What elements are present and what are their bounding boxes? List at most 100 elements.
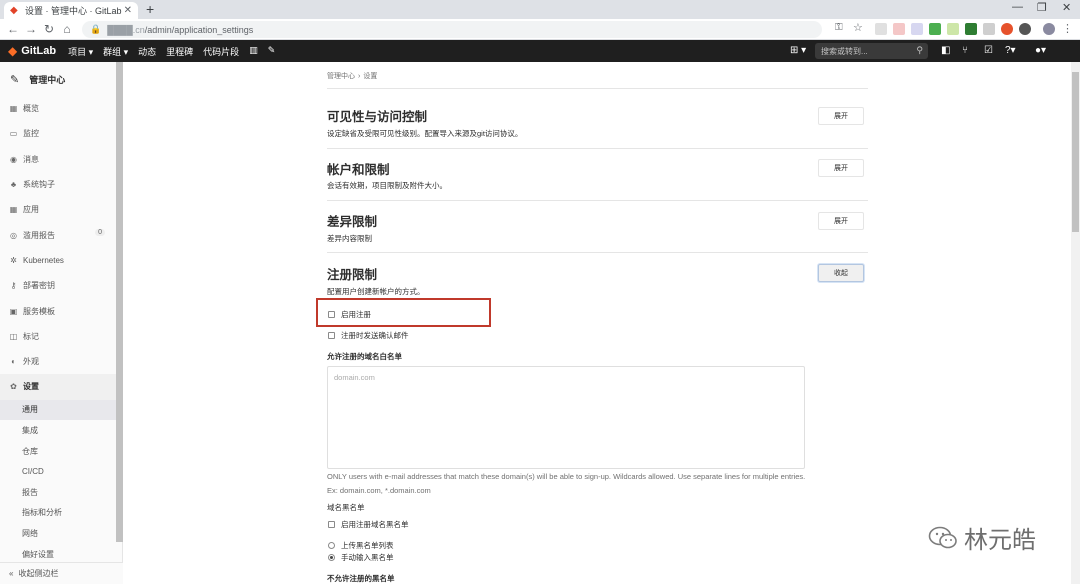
sidebar-item-label: 设置 [23, 382, 39, 392]
sidebar-item-system-hooks[interactable]: ♣ 系统钩子 [0, 172, 122, 197]
nav-groups[interactable]: 群组 ▾ [103, 45, 128, 58]
new-tab-icon[interactable]: + [146, 1, 154, 17]
merge-request-icon[interactable]: ⑂ [962, 45, 968, 56]
help-icon[interactable]: ?▾ [1005, 45, 1016, 56]
enable-signup-checkbox[interactable]: 启用注册 [328, 309, 371, 320]
reload-icon[interactable]: ↻ [40, 22, 58, 36]
main-content: 管理中心 › 设置 可见性与访问控制 设定缺省及受限可见性级别。配置导入来源及git… [124, 62, 1071, 584]
sidebar-toggle-icon[interactable]: ◧ [941, 45, 950, 56]
sidebar-item-label: 服务模板 [23, 306, 55, 316]
sidebar-context-header[interactable]: ✎ 管理中心 [0, 62, 122, 96]
extension-icon[interactable] [911, 23, 923, 35]
logo-text: GitLab [21, 45, 57, 57]
sidebar-sub-reporting[interactable]: 报告 [0, 482, 122, 503]
restore-icon[interactable]: ❐ [1037, 1, 1047, 14]
extension-icon[interactable] [1019, 23, 1031, 35]
wrench-icon: ✎ [10, 73, 20, 86]
user-avatar[interactable]: ●▾ [1035, 45, 1046, 56]
admin-wrench-icon[interactable]: ✎ [268, 45, 276, 58]
sidebar-sub-integrations[interactable]: 集成 [0, 420, 122, 441]
expand-account-button[interactable]: 展开 [818, 159, 864, 177]
nav-snippets[interactable]: 代码片段 [203, 45, 239, 58]
sidebar-item-messages[interactable]: ◉ 消息 [0, 147, 122, 172]
chart-icon[interactable]: ▥ [249, 45, 258, 58]
gitlab-favicon-icon: ◆ [10, 4, 18, 16]
back-icon[interactable]: ← [4, 22, 22, 36]
address-bar[interactable]: 🔒 ████.cn /admin/application_settings [82, 21, 822, 38]
extension-icon[interactable] [875, 23, 887, 35]
new-dropdown-icon[interactable]: ⊞ ▾ [790, 45, 806, 56]
scrollbar-thumb[interactable] [1072, 72, 1079, 232]
nav-projects[interactable]: 项目 ▾ [68, 45, 93, 58]
enable-blacklist-label: 启用注册域名黑名单 [341, 520, 409, 529]
sidebar-item-service-templates[interactable]: ▣ 服务模板 [0, 298, 122, 323]
sidebar-sub-general[interactable]: 通用 [0, 399, 122, 421]
appearance-icon: ◐ [11, 357, 16, 367]
close-window-icon[interactable]: ✕ [1062, 1, 1071, 14]
sidebar-sub-cicd[interactable]: CI/CD [0, 461, 122, 482]
extension-icon[interactable] [947, 23, 959, 35]
radio[interactable] [328, 554, 335, 561]
send-confirmation-label: 注册时发送确认邮件 [341, 331, 409, 340]
extension-icon[interactable] [1001, 23, 1013, 35]
template-icon: ▣ [9, 306, 18, 316]
radio[interactable] [328, 542, 335, 549]
sidebar-item-abuse-reports[interactable]: ◎ 滥用报告 0 [0, 222, 122, 247]
sidebar-item-settings[interactable]: ✿ 设置 [0, 374, 122, 400]
whitelist-textarea[interactable]: domain.com [327, 366, 805, 469]
sidebar-item-applications[interactable]: ▦ 应用 [0, 197, 122, 222]
sidebar-item-overview[interactable]: ▦ 概览 [0, 96, 122, 121]
collapse-signup-button[interactable]: 收起 [818, 264, 864, 282]
collapse-sidebar-button[interactable]: « 收起侧边栏 [0, 562, 123, 584]
sidebar-item-label: 外观 [23, 357, 39, 367]
gitlab-logo[interactable]: ◆ GitLab [8, 44, 56, 58]
upload-blacklist-radio[interactable]: 上传黑名单列表 [328, 540, 394, 551]
nav-activity[interactable]: 动态 [138, 45, 156, 58]
page-scrollbar[interactable] [1071, 62, 1080, 584]
sidebar-item-labels[interactable]: ◫ 标记 [0, 324, 122, 349]
send-confirmation-checkbox[interactable]: 注册时发送确认邮件 [328, 330, 409, 341]
manual-blacklist-radio[interactable]: 手动输入黑名单 [328, 552, 394, 563]
checkbox[interactable] [328, 332, 335, 339]
search-input[interactable]: 搜索或转到... ⚲ [815, 43, 928, 59]
expand-diff-button[interactable]: 展开 [818, 212, 864, 230]
sidebar-item-appearance[interactable]: ◐ 外观 [0, 349, 122, 374]
checkbox[interactable] [328, 311, 335, 318]
minimize-icon[interactable]: — [1012, 1, 1023, 13]
sidebar-item-monitoring[interactable]: ▭ 监控 [0, 121, 122, 146]
bookmark-star-icon[interactable]: ☆ [853, 21, 865, 34]
breadcrumb-current: 设置 [363, 73, 378, 80]
profile-avatar[interactable] [1043, 23, 1055, 35]
checkbox[interactable] [328, 521, 335, 528]
sidebar-item-kubernetes[interactable]: ✲ Kubernetes [0, 248, 122, 273]
sidebar-item-deploy-keys[interactable]: ⚷ 部署密钥 [0, 273, 122, 298]
home-icon[interactable]: ⌂ [58, 22, 76, 36]
forward-icon[interactable]: → [22, 22, 40, 36]
browser-menu-icon[interactable]: ⋮ [1062, 22, 1074, 35]
sidebar-scrollbar[interactable] [116, 62, 123, 542]
sidebar-sub-metrics[interactable]: 指标和分析 [0, 503, 122, 524]
section-title-signup: 注册限制 [327, 268, 378, 282]
sidebar-sub-network[interactable]: 网络 [0, 523, 122, 544]
extension-icon[interactable] [893, 23, 905, 35]
nav-milestones[interactable]: 里程碑 [166, 45, 193, 58]
upload-list-label: 上传黑名单列表 [341, 541, 394, 550]
close-tab-icon[interactable]: ✕ [124, 5, 132, 16]
extension-icon[interactable] [965, 23, 977, 35]
kubernetes-icon: ✲ [10, 255, 17, 265]
extension-icon[interactable] [929, 23, 941, 35]
browser-tab[interactable]: ◆ 设置 · 管理中心 · GitLab ✕ [4, 2, 138, 19]
sidebar-item-label: 概览 [23, 104, 39, 114]
todo-icon[interactable]: ☑ [984, 45, 993, 56]
section-desc-diff: 差异内容限制 [327, 234, 372, 243]
breadcrumb-parent[interactable]: 管理中心 [327, 73, 355, 80]
expand-visibility-button[interactable]: 展开 [818, 107, 864, 125]
sidebar-item-label: 滥用报告 [23, 230, 55, 240]
divider [327, 88, 868, 89]
sidebar-item-label: 标记 [23, 331, 39, 341]
key-icon[interactable]: ⚿ [835, 22, 847, 34]
extension-icon[interactable] [983, 23, 995, 35]
enable-blacklist-checkbox[interactable]: 启用注册域名黑名单 [328, 519, 409, 530]
hook-icon: ♣ [10, 180, 17, 190]
sidebar-sub-repository[interactable]: 仓库 [0, 441, 122, 462]
